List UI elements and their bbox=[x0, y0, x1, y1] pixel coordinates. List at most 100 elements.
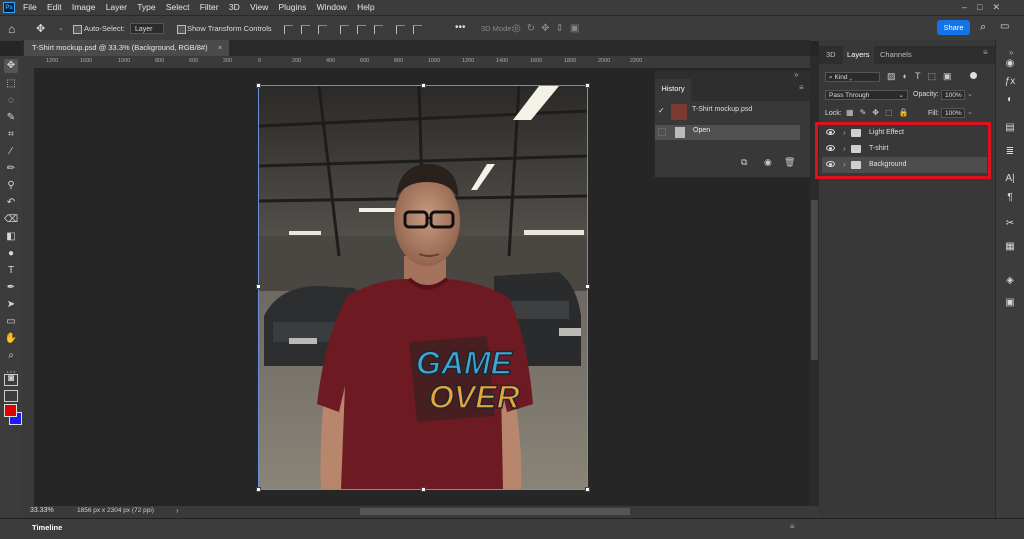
auto-select-checkbox[interactable] bbox=[73, 25, 82, 34]
lasso-tool-icon[interactable]: ◌ bbox=[4, 94, 18, 108]
tab-layers[interactable]: Layers bbox=[847, 46, 870, 64]
close-icon[interactable]: ✕ bbox=[992, 2, 1010, 12]
quick-mask-mode-icon[interactable] bbox=[4, 374, 18, 386]
foreground-color-swatch[interactable] bbox=[4, 404, 17, 417]
menu-layer[interactable]: Layer bbox=[106, 0, 127, 15]
timeline-menu-icon[interactable]: ≡ bbox=[790, 522, 795, 531]
menu-select[interactable]: Select bbox=[166, 0, 190, 15]
smart-object-filter-icon[interactable]: ▣ bbox=[943, 71, 959, 81]
shape-filter-icon[interactable]: ⬚ bbox=[927, 71, 943, 81]
panel-menu-icon[interactable]: ≡ bbox=[983, 48, 988, 57]
menu-window[interactable]: Window bbox=[317, 0, 347, 15]
distribute-icon[interactable] bbox=[396, 25, 405, 34]
pen-tool-icon[interactable]: ✒ bbox=[4, 281, 18, 295]
distribute-spacing-icon[interactable] bbox=[413, 25, 422, 34]
libraries-panel-icon[interactable]: ▤ bbox=[1003, 121, 1017, 135]
filter-toggle-icon[interactable] bbox=[970, 72, 977, 79]
hand-tool-icon[interactable]: ✋ bbox=[4, 332, 18, 346]
history-state-row[interactable]: Open bbox=[655, 125, 800, 140]
zoom-tool-icon[interactable]: ⌕ bbox=[4, 349, 18, 363]
history-brush-source-box[interactable] bbox=[658, 128, 666, 136]
menu-edit[interactable]: Edit bbox=[47, 0, 62, 15]
collapse-icon[interactable]: » bbox=[1009, 48, 1013, 57]
swatches-panel-icon[interactable]: ◈ bbox=[1003, 274, 1017, 288]
transform-handle[interactable] bbox=[585, 83, 590, 88]
move-tool-icon[interactable]: ✥ bbox=[36, 22, 45, 35]
dodge-tool-icon[interactable]: ● bbox=[4, 247, 18, 261]
tab-channels[interactable]: Channels bbox=[880, 46, 912, 64]
eraser-tool-icon[interactable]: ⌫ bbox=[4, 213, 18, 227]
opacity-input[interactable]: 100% bbox=[941, 90, 965, 100]
lock-position-icon[interactable]: ✥ bbox=[872, 108, 885, 117]
align-middle-icon[interactable] bbox=[357, 25, 366, 34]
chevron-down-icon[interactable]: ⌄ bbox=[58, 24, 64, 32]
color-panel-icon[interactable]: ◉ bbox=[1003, 57, 1017, 71]
lock-image-icon[interactable]: ✎ bbox=[860, 108, 873, 117]
type-tool-icon[interactable]: T bbox=[4, 264, 18, 278]
pixel-filter-icon[interactable]: ▨ bbox=[887, 71, 903, 81]
horizontal-scrollbar-thumb[interactable] bbox=[360, 508, 630, 515]
rectangle-tool-icon[interactable]: ▭ bbox=[4, 315, 18, 329]
brushes-panel-icon[interactable]: ▦ bbox=[1003, 240, 1017, 254]
transform-controls-checkbox[interactable] bbox=[177, 25, 186, 34]
transform-handle[interactable] bbox=[256, 83, 261, 88]
transform-handle[interactable] bbox=[421, 487, 426, 492]
transform-handle[interactable] bbox=[585, 284, 590, 289]
search-icon[interactable]: ⌕ bbox=[980, 21, 986, 34]
menu-type[interactable]: Type bbox=[137, 0, 155, 15]
share-button[interactable]: Share bbox=[937, 20, 970, 35]
camera-icon[interactable]: ◉ bbox=[764, 157, 772, 168]
paragraph-panel-icon[interactable]: ¶ bbox=[1003, 191, 1017, 205]
path-select-tool-icon[interactable]: ➤ bbox=[4, 298, 18, 312]
collapse-icon[interactable]: » bbox=[794, 70, 798, 79]
scale-3d-icon[interactable]: ▣ bbox=[570, 23, 585, 34]
align-right-icon[interactable] bbox=[318, 25, 327, 34]
transform-handle[interactable] bbox=[256, 487, 261, 492]
workspace-icon[interactable]: ▭ bbox=[1000, 21, 1009, 32]
clone-stamp-tool-icon[interactable]: ⚲ bbox=[4, 179, 18, 193]
transform-handle[interactable] bbox=[421, 83, 426, 88]
vertical-scrollbar-thumb[interactable] bbox=[811, 200, 818, 360]
close-tab-icon[interactable]: × bbox=[218, 40, 222, 56]
blend-mode-dropdown[interactable]: Pass Through ⌄ bbox=[825, 90, 908, 100]
quick-select-tool-icon[interactable]: ✎ bbox=[4, 111, 18, 125]
slide-3d-icon[interactable]: ⇕ bbox=[556, 23, 570, 34]
lock-transparent-icon[interactable]: ▦ bbox=[846, 108, 860, 117]
history-brush-source-icon[interactable]: ✓ bbox=[658, 106, 665, 115]
lock-all-icon[interactable]: 🔒 bbox=[899, 108, 915, 117]
fill-input[interactable]: 100% bbox=[941, 108, 965, 118]
document-tab[interactable]: T-Shirt mockup.psd @ 33.3% (Background, … bbox=[24, 40, 229, 56]
history-snapshot-row[interactable]: ✓ T-Shirt mockup.psd bbox=[655, 101, 810, 123]
transform-handle[interactable] bbox=[585, 487, 590, 492]
new-document-from-state-icon[interactable]: ⧉ bbox=[741, 157, 747, 168]
zoom-level[interactable]: 33.33% bbox=[30, 507, 54, 514]
marquee-tool-icon[interactable]: ⬚ bbox=[4, 77, 18, 91]
maximize-icon[interactable]: □ bbox=[977, 2, 992, 12]
adjustments-panel-icon[interactable]: ◐ bbox=[1003, 93, 1017, 107]
menu-3d[interactable]: 3D bbox=[229, 0, 240, 15]
properties-panel-icon[interactable]: ≣ bbox=[1003, 145, 1017, 159]
align-center-icon[interactable] bbox=[301, 25, 310, 34]
minimize-icon[interactable]: – bbox=[962, 2, 977, 12]
lock-artboard-icon[interactable]: ⬚ bbox=[885, 108, 899, 117]
opacity-chevron-icon[interactable]: ⌄ bbox=[967, 90, 973, 98]
photoshop-logo-icon[interactable]: Ps bbox=[3, 2, 15, 13]
align-top-icon[interactable] bbox=[340, 25, 349, 34]
roll-3d-icon[interactable]: ↻ bbox=[527, 23, 541, 34]
history-brush-tool-icon[interactable]: ↶ bbox=[4, 196, 18, 210]
menu-filter[interactable]: Filter bbox=[200, 0, 219, 15]
home-icon[interactable]: ⌂ bbox=[8, 22, 15, 36]
align-bottom-icon[interactable] bbox=[374, 25, 383, 34]
transform-bounding-box[interactable] bbox=[258, 85, 588, 490]
adjustment-filter-icon[interactable]: ◐ bbox=[903, 71, 915, 81]
trash-icon[interactable]: 🗑 bbox=[784, 157, 795, 168]
more-options-icon[interactable]: ••• bbox=[455, 22, 466, 33]
crop-tool-icon[interactable]: ⌗ bbox=[4, 128, 18, 142]
align-left-icon[interactable] bbox=[284, 25, 293, 34]
pan-3d-icon[interactable]: ✥ bbox=[541, 23, 555, 34]
screen-mode-icon[interactable] bbox=[4, 390, 18, 402]
character-panel-icon[interactable]: A| bbox=[1003, 172, 1017, 186]
filter-kind-dropdown[interactable]: ⌕ Kind ⌄ bbox=[825, 72, 880, 82]
transform-handle[interactable] bbox=[256, 284, 261, 289]
tab-3d[interactable]: 3D bbox=[826, 46, 836, 64]
